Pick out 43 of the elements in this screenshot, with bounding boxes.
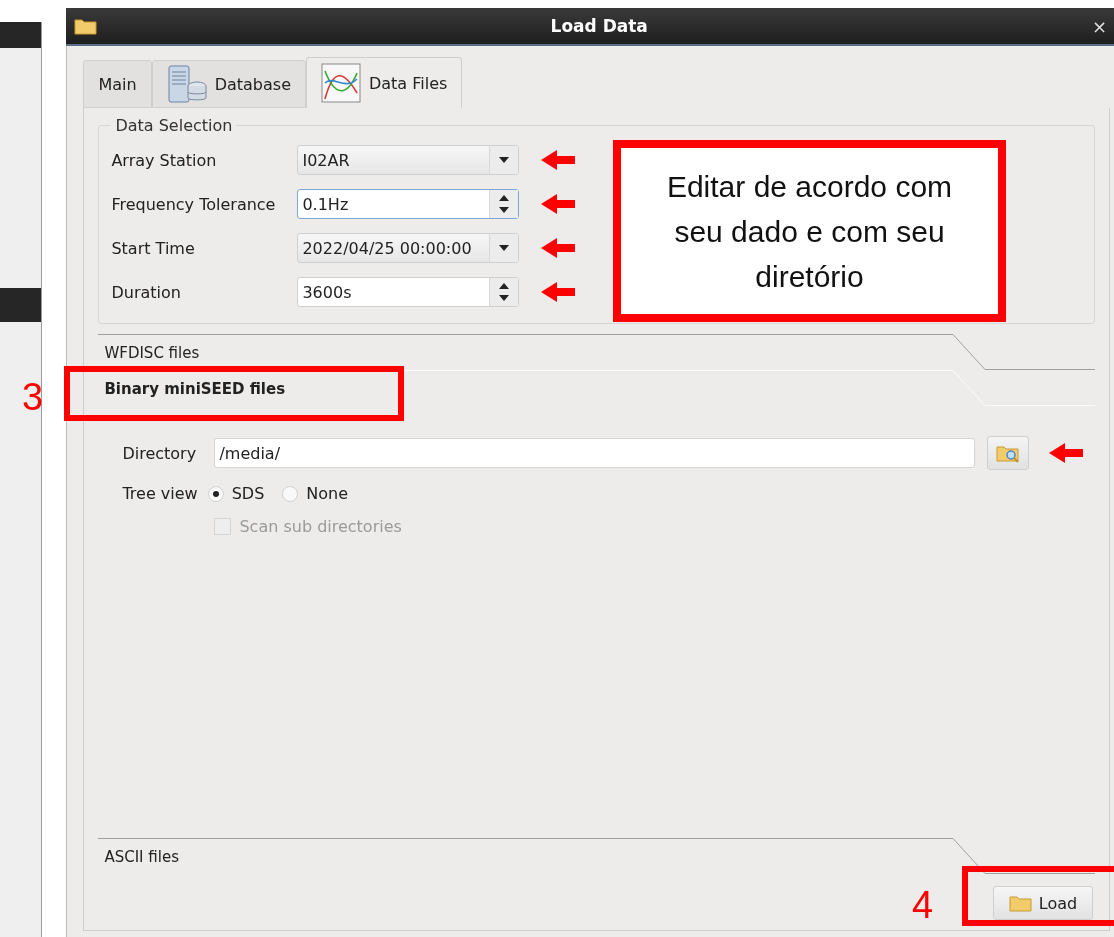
field-label: Array Station <box>111 150 218 170</box>
browse-button[interactable] <box>987 436 1029 470</box>
annotation-note: Editar de acordo com seu dado e com seu diretório <box>613 140 1006 322</box>
field-label: Frequency Tolerance <box>111 194 277 214</box>
step-number: 4 <box>912 884 934 927</box>
spin-box[interactable]: 3600s <box>297 277 520 307</box>
checkbox-label: Scan sub directories <box>239 517 402 536</box>
tab[interactable]: Main <box>83 60 152 108</box>
close-icon[interactable]: × <box>1092 15 1114 37</box>
directory-field[interactable]: /media/ <box>214 438 975 468</box>
spin-arrows-icon <box>499 195 510 213</box>
caret-icon <box>499 157 510 163</box>
section-header[interactable]: ASCII files <box>104 847 179 866</box>
spin-box[interactable]: 0.1Hz <box>297 189 520 219</box>
folder-search-icon <box>996 443 1020 463</box>
field-label: Duration <box>111 282 182 302</box>
folder-icon <box>74 16 99 36</box>
radio-label: None <box>306 484 349 503</box>
step-number: 3 <box>22 376 44 419</box>
dropdown-button[interactable] <box>489 146 519 174</box>
spin-buttons[interactable] <box>489 190 519 218</box>
folder-icon <box>1008 893 1033 913</box>
database-icon <box>166 64 207 104</box>
section-header[interactable]: Binary miniSEED files <box>104 379 286 398</box>
field-label: Directory <box>122 443 198 463</box>
tab[interactable]: Database <box>151 60 306 108</box>
field-label: Tree view <box>122 484 198 503</box>
spin-buttons[interactable] <box>489 278 519 306</box>
radio-label: SDS <box>231 484 265 503</box>
chart-icon <box>320 63 361 103</box>
group-title: Data Selection <box>114 116 234 135</box>
combo-box[interactable]: I02AR <box>297 145 520 175</box>
caret-icon <box>499 245 510 251</box>
load-button[interactable]: Load <box>993 886 1093 920</box>
spin-arrows-icon <box>499 283 510 301</box>
dropdown-button[interactable] <box>489 234 519 262</box>
radio-button[interactable] <box>282 485 299 502</box>
tab[interactable]: Data Files <box>305 57 463 108</box>
window-title: Load Data <box>549 16 649 36</box>
section-header[interactable]: WFDISC files <box>104 343 200 362</box>
field-label: Start Time <box>111 238 196 258</box>
radio-button[interactable] <box>207 485 224 502</box>
combo-box[interactable]: 2022/04/25 00:00:00 <box>297 233 520 263</box>
